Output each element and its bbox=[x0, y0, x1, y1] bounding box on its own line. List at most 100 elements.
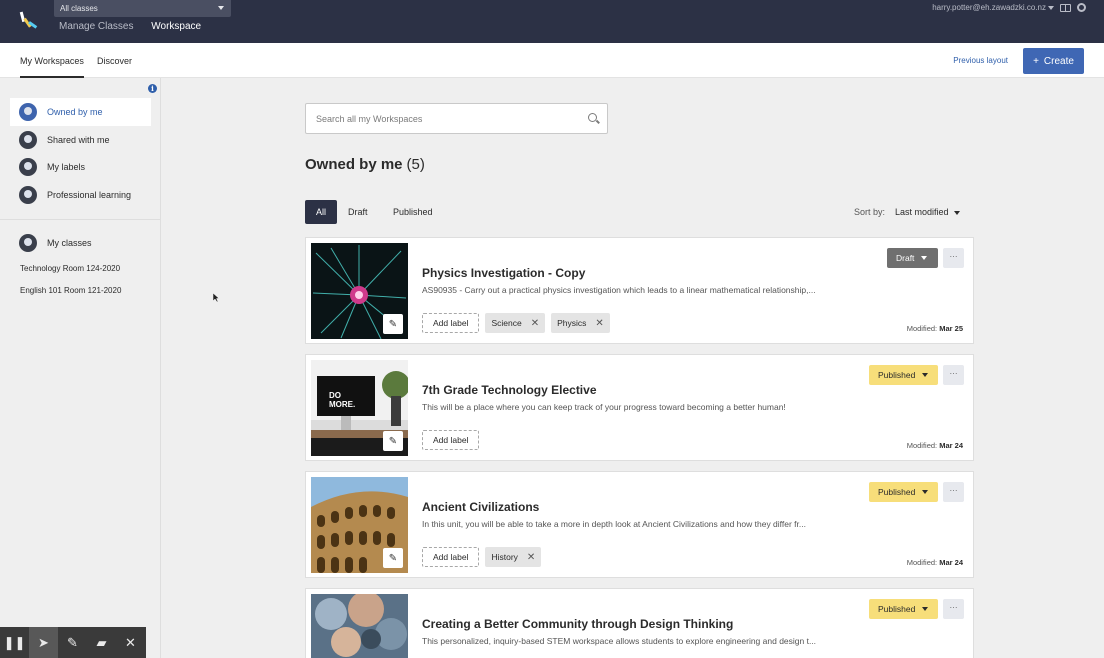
tag-physics: Physics ✕ bbox=[551, 313, 610, 333]
pencil-icon[interactable]: ✎ bbox=[383, 314, 403, 334]
modified-label: Modified: bbox=[906, 558, 938, 567]
tag-label: Science bbox=[491, 318, 522, 328]
chevron-down-icon bbox=[921, 256, 928, 260]
sidebar-item-label: Professional learning bbox=[47, 190, 132, 200]
more-options-button[interactable]: ··· bbox=[943, 365, 964, 385]
close-icon[interactable]: ✕ bbox=[527, 552, 535, 563]
svg-text:MORE.: MORE. bbox=[329, 400, 355, 409]
tab-discover[interactable]: Discover bbox=[97, 56, 132, 66]
create-button[interactable]: + Create bbox=[1023, 48, 1084, 74]
workspace-card[interactable]: ✎ Physics Investigation - Copy AS90935 -… bbox=[305, 237, 974, 344]
filter-all[interactable]: All bbox=[305, 200, 338, 224]
svg-text:DO: DO bbox=[329, 391, 341, 400]
hands-image bbox=[311, 594, 408, 658]
pause-icon[interactable]: ❚❚ bbox=[0, 627, 29, 658]
workspace-title[interactable]: Ancient Civilizations bbox=[422, 500, 539, 514]
app-logo-icon[interactable] bbox=[18, 10, 40, 32]
modified-date: Modified: Mar 25 bbox=[907, 324, 963, 333]
add-label-button[interactable]: Add label bbox=[422, 313, 480, 333]
workspace-thumbnail: DO MORE. ✎ bbox=[311, 360, 408, 456]
workspace-description: AS90935 - Carry out a practical physics … bbox=[422, 285, 816, 295]
workspace-thumbnail: ✎ bbox=[311, 243, 408, 339]
highlighter-icon[interactable]: ▰ bbox=[87, 627, 116, 658]
pencil-icon[interactable]: ✎ bbox=[58, 627, 87, 658]
pencil-icon[interactable]: ✎ bbox=[383, 548, 403, 568]
status-label: Draft bbox=[896, 253, 915, 263]
book-icon[interactable] bbox=[1060, 3, 1071, 12]
sidebar-item-professional-learning[interactable]: Professional learning bbox=[10, 181, 151, 209]
users-icon bbox=[19, 131, 37, 149]
previous-layout-link[interactable]: Previous layout bbox=[953, 56, 1008, 65]
user-email: harry.potter@eh.zawadzki.co.nz bbox=[932, 3, 1046, 12]
close-icon[interactable]: ✕ bbox=[116, 627, 145, 658]
page-title-text: Owned by me bbox=[305, 156, 403, 173]
sort-label: Sort by: bbox=[854, 207, 886, 217]
sidebar-item-label: My classes bbox=[47, 238, 92, 248]
sidebar-class-english[interactable]: English 101 Room 121-2020 bbox=[20, 286, 121, 295]
workspace-card[interactable]: DO MORE. ✎ 7th Grade Technology Elective… bbox=[305, 354, 974, 461]
mouse-cursor-icon bbox=[213, 293, 220, 303]
class-selector-dropdown[interactable]: All classes bbox=[54, 0, 231, 17]
label-icon bbox=[19, 158, 37, 176]
status-dropdown[interactable]: Draft bbox=[887, 248, 938, 268]
sidebar-class-technology[interactable]: Technology Room 124-2020 bbox=[20, 264, 120, 273]
label-list: Add label bbox=[422, 430, 480, 450]
nav-manage-classes[interactable]: Manage Classes bbox=[59, 21, 133, 32]
modified-value: Mar 24 bbox=[939, 558, 963, 567]
sidebar-item-label: Owned by me bbox=[47, 107, 103, 117]
page-title: Owned by me (5) bbox=[305, 156, 425, 173]
create-button-label: Create bbox=[1043, 55, 1074, 67]
classroom-icon bbox=[19, 234, 37, 252]
sidebar-item-shared-with-me[interactable]: Shared with me bbox=[10, 126, 151, 154]
modified-label: Modified: bbox=[906, 324, 938, 333]
status-label: Published bbox=[878, 487, 916, 497]
close-icon[interactable]: ✕ bbox=[595, 318, 603, 329]
nav-workspace[interactable]: Workspace bbox=[151, 21, 201, 32]
more-options-button[interactable]: ··· bbox=[943, 248, 964, 268]
tag-label: Physics bbox=[557, 318, 587, 328]
pencil-icon[interactable]: ✎ bbox=[383, 431, 403, 451]
workspace-title[interactable]: 7th Grade Technology Elective bbox=[422, 383, 597, 397]
sidebar-item-my-classes[interactable]: My classes bbox=[10, 229, 151, 257]
top-navigation-bar: All classes Manage Classes Workspace har… bbox=[0, 0, 1104, 43]
modified-value: Mar 25 bbox=[939, 324, 963, 333]
sidebar-item-owned-by-me[interactable]: Owned by me bbox=[10, 98, 151, 126]
chevron-down-icon bbox=[953, 211, 960, 215]
class-selector-value: All classes bbox=[60, 4, 98, 13]
status-dropdown[interactable]: Published bbox=[869, 482, 938, 502]
more-options-button[interactable]: ··· bbox=[943, 599, 964, 619]
status-dropdown[interactable]: Published bbox=[869, 365, 938, 385]
user-menu[interactable]: harry.potter@eh.zawadzki.co.nz bbox=[932, 3, 1054, 12]
more-options-button[interactable]: ··· bbox=[943, 482, 964, 502]
search-icon[interactable] bbox=[588, 113, 597, 122]
info-icon[interactable]: i bbox=[148, 84, 157, 93]
tag-label: History bbox=[491, 552, 518, 562]
user-icon bbox=[19, 103, 37, 121]
workspace-card[interactable]: ✎ Ancient Civilizations In this unit, yo… bbox=[305, 471, 974, 578]
status-label: Published bbox=[878, 604, 916, 614]
status-dropdown[interactable]: Published bbox=[869, 599, 938, 619]
sidebar-item-my-labels[interactable]: My labels bbox=[10, 153, 151, 181]
gear-icon[interactable] bbox=[1077, 3, 1086, 12]
sort-control[interactable]: Sort by: Last modified bbox=[854, 207, 960, 217]
workspace-card[interactable]: Creating a Better Community through Desi… bbox=[305, 588, 974, 658]
close-icon[interactable]: ✕ bbox=[531, 318, 539, 329]
status-label: Published bbox=[878, 370, 916, 380]
modified-label: Modified: bbox=[906, 441, 938, 450]
tab-my-workspaces[interactable]: My Workspaces bbox=[20, 56, 84, 78]
workspace-title[interactable]: Creating a Better Community through Desi… bbox=[422, 617, 733, 631]
chevron-down-icon bbox=[922, 373, 929, 377]
workspace-description: This personalized, inquiry-based STEM wo… bbox=[422, 636, 817, 646]
add-label-button[interactable]: Add label bbox=[422, 547, 480, 567]
search-input[interactable]: Search all my Workspaces bbox=[305, 103, 608, 134]
workspace-count: (5) bbox=[406, 156, 425, 173]
workspace-description: In this unit, you will be able to take a… bbox=[422, 519, 806, 529]
workspace-title[interactable]: Physics Investigation - Copy bbox=[422, 266, 585, 280]
filter-draft[interactable]: Draft bbox=[337, 200, 379, 224]
sidebar-divider bbox=[0, 219, 160, 220]
add-label-button[interactable]: Add label bbox=[422, 430, 480, 450]
pointer-icon[interactable]: ➤ bbox=[29, 627, 58, 658]
filter-published[interactable]: Published bbox=[382, 200, 444, 224]
chevron-down-icon bbox=[922, 607, 929, 611]
search-placeholder: Search all my Workspaces bbox=[316, 114, 423, 124]
